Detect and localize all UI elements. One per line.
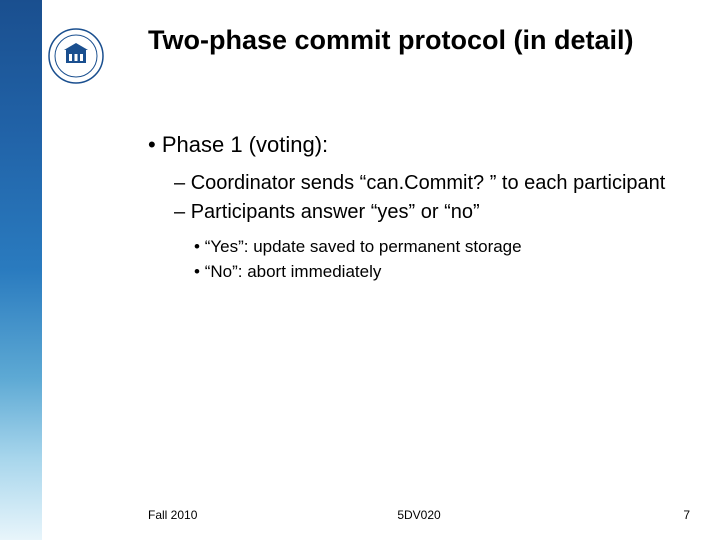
bullet-phase-text: Phase 1 (voting): xyxy=(162,132,328,157)
slide-title: Two-phase commit protocol (in detail) xyxy=(148,24,696,56)
footer: Fall 2010 5DV020 7 xyxy=(148,508,690,522)
university-logo xyxy=(48,28,104,84)
slide-body: Phase 1 (voting): Coordinator sends “can… xyxy=(148,130,690,290)
footer-center: 5DV020 xyxy=(397,508,440,522)
sub-item-1: “Yes”: update saved to permanent storage xyxy=(194,236,690,259)
footer-left: Fall 2010 xyxy=(148,508,197,522)
sidebar-gradient xyxy=(0,0,42,540)
footer-right: 7 xyxy=(683,508,690,522)
sub-item-2: “No”: abort immediately xyxy=(194,261,690,284)
dash-item-1: Coordinator sends “can.Commit? ” to each… xyxy=(174,170,690,197)
dash-item-2: Participants answer “yes” or “no” xyxy=(174,199,690,226)
slide: Two-phase commit protocol (in detail) Ph… xyxy=(0,0,720,540)
bullet-phase: Phase 1 (voting): Coordinator sends “can… xyxy=(148,130,690,284)
